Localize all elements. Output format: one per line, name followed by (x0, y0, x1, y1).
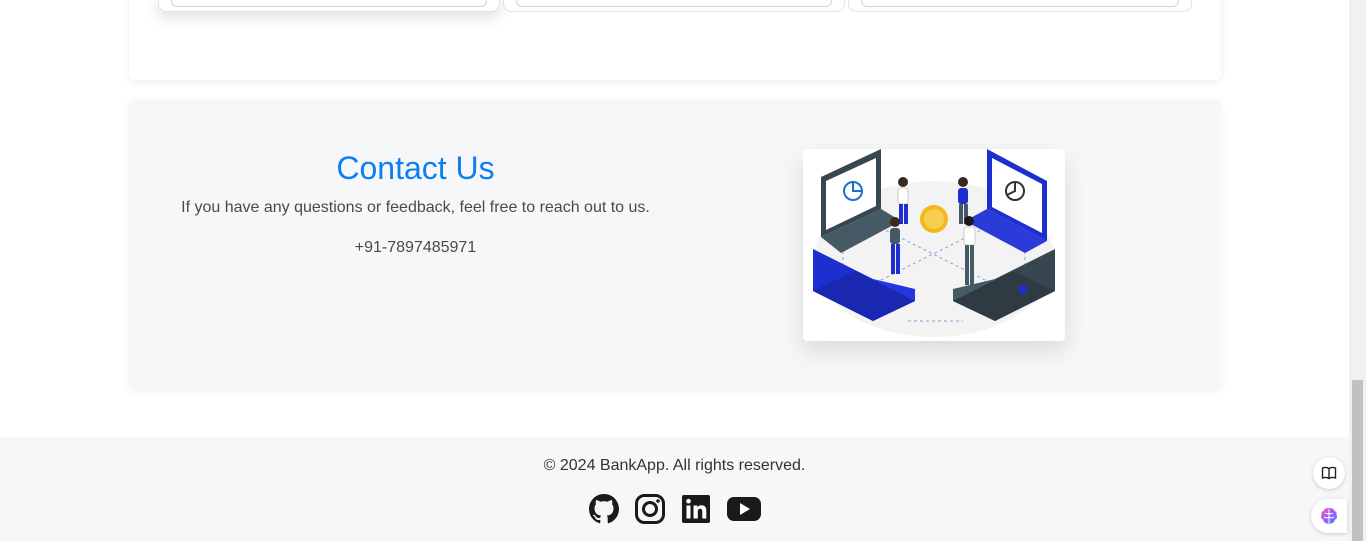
social-links (0, 493, 1349, 525)
feature-card-inner (171, 0, 487, 7)
contact-illustration (803, 149, 1065, 341)
footer: © 2024 BankApp. All rights reserved. (0, 437, 1349, 541)
people-connecting-laptops-illustration (813, 149, 1055, 337)
github-icon (588, 494, 619, 524)
youtube-icon (726, 497, 761, 521)
page-scrollbar[interactable] (1349, 0, 1366, 541)
feature-card-inner (861, 0, 1179, 7)
contact-title: Contact Us (336, 150, 495, 186)
scrollbar-thumb[interactable] (1352, 380, 1363, 541)
assistant-widget-button[interactable] (1311, 499, 1347, 533)
feature-card-inner (516, 0, 832, 7)
contact-phone: +91-7897485971 (354, 239, 477, 256)
book-icon (1321, 466, 1337, 480)
contact-section: Contact Us If you have any questions or … (129, 100, 1221, 389)
features-card (129, 0, 1221, 80)
linkedin-link[interactable] (680, 493, 712, 525)
feature-card[interactable] (158, 0, 500, 12)
instagram-link[interactable] (634, 493, 666, 525)
feature-card[interactable] (503, 0, 845, 12)
instagram-icon (634, 494, 665, 524)
linkedin-icon (681, 495, 710, 523)
contact-description: If you have any questions or feedback, f… (181, 199, 650, 216)
copyright-text: © 2024 BankApp. All rights reserved. (543, 457, 806, 474)
brain-icon (1321, 508, 1337, 524)
youtube-link[interactable] (726, 493, 762, 525)
page: Contact Us If you have any questions or … (0, 0, 1366, 541)
github-link[interactable] (588, 493, 620, 525)
reader-widget-button[interactable] (1313, 457, 1345, 489)
contact-text-block: Contact Us If you have any questions or … (159, 148, 672, 259)
feature-card[interactable] (848, 0, 1192, 12)
